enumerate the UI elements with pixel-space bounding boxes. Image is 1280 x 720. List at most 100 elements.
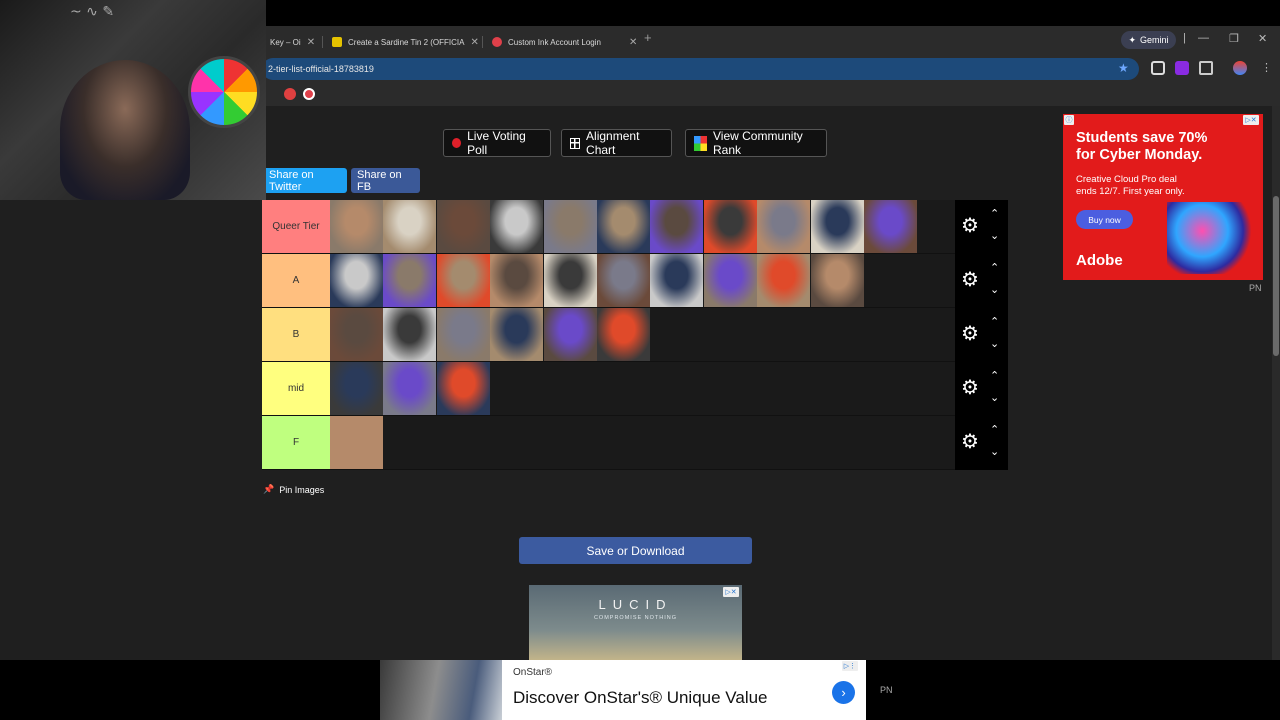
move-down-icon[interactable]: ⌄: [990, 391, 999, 404]
onstar-brand: OnStar®: [513, 667, 553, 678]
adchoices-icon[interactable]: ▷✕: [723, 587, 739, 597]
adchoices-icon[interactable]: ▷⋮: [842, 661, 858, 671]
minimize-icon[interactable]: —: [1198, 32, 1209, 44]
url-field[interactable]: 2-tier-list-official-18783819: [262, 58, 1139, 80]
colored-grid-icon: [694, 135, 707, 151]
tier-image[interactable]: [383, 362, 437, 415]
profile-avatar-icon[interactable]: [1233, 61, 1247, 75]
tier-label[interactable]: F: [262, 416, 330, 469]
tier-image[interactable]: [436, 200, 490, 253]
buy-now-button[interactable]: Buy now: [1076, 210, 1133, 229]
scrollbar-thumb[interactable]: [1273, 196, 1279, 356]
onstar-go-button[interactable]: ›: [832, 681, 855, 704]
tier-image[interactable]: [543, 200, 597, 253]
adobe-ad[interactable]: ⓘ ▷✕ Students save 70% for Cyber Monday.…: [1063, 114, 1263, 280]
gemini-button[interactable]: ✦ Gemini: [1121, 31, 1176, 49]
tier-image[interactable]: [597, 308, 650, 361]
move-down-icon[interactable]: ⌄: [990, 337, 999, 350]
close-icon[interactable]: ✕: [471, 37, 479, 48]
tier-image[interactable]: [597, 200, 650, 253]
tier-image[interactable]: [703, 200, 757, 253]
move-down-icon[interactable]: ⌄: [990, 283, 999, 296]
pin-images-toggle[interactable]: 📌 Pin Images: [263, 484, 324, 495]
window-close-icon[interactable]: ✕: [1258, 32, 1267, 45]
extension-icon[interactable]: [1151, 61, 1165, 75]
gear-icon[interactable]: ⚙: [961, 432, 979, 452]
pn-label: PN: [880, 685, 893, 695]
tier-image[interactable]: [330, 308, 383, 361]
tab-custom-ink[interactable]: Custom Ink Account Login ✕: [484, 31, 645, 53]
bookmark-tool-icon[interactable]: [284, 88, 296, 100]
close-icon[interactable]: ✕: [307, 37, 315, 48]
tier-label[interactable]: Queer Tier: [262, 200, 330, 253]
tier-image[interactable]: [703, 254, 757, 307]
tier-image[interactable]: [436, 362, 490, 415]
tab-sardine-tin[interactable]: Create a Sardine Tin 2 (OFFICIA ✕: [324, 31, 487, 53]
tier-image[interactable]: [330, 362, 383, 415]
move-up-icon[interactable]: ⌃: [990, 207, 999, 220]
tier-image[interactable]: [436, 254, 490, 307]
tier-controls: ⚙ ⌃ ⌄: [955, 200, 1008, 254]
ad-close-icon[interactable]: ▷✕: [1243, 115, 1259, 125]
pin-label: Pin Images: [279, 484, 325, 495]
close-icon[interactable]: ✕: [629, 37, 637, 48]
gear-icon[interactable]: ⚙: [961, 270, 979, 290]
wall-scribble: ~ ∿ ✎: [70, 4, 115, 20]
tier-image[interactable]: [543, 308, 597, 361]
tier-image[interactable]: [383, 308, 437, 361]
tier-image[interactable]: [650, 200, 704, 253]
gear-icon[interactable]: ⚙: [961, 324, 979, 344]
extension-purple-icon[interactable]: [1175, 61, 1189, 75]
share-twitter-button[interactable]: Share on Twitter: [263, 168, 347, 193]
tab-key[interactable]: Key – Oi ✕: [262, 31, 323, 53]
tab-label: Custom Ink Account Login: [508, 37, 601, 47]
tier-image[interactable]: [383, 200, 437, 253]
tier-image[interactable]: [597, 254, 650, 307]
tier-label[interactable]: B: [262, 308, 330, 361]
tier-image[interactable]: [330, 254, 383, 307]
new-tab-button[interactable]: +: [644, 30, 652, 45]
tier-image[interactable]: [490, 200, 544, 253]
onstar-ad[interactable]: OnStar® Discover OnStar's® Unique Value …: [380, 660, 866, 720]
lucid-logo: LUCID: [598, 597, 673, 612]
move-up-icon[interactable]: ⌃: [990, 261, 999, 274]
tier-image[interactable]: [490, 254, 544, 307]
tier-image[interactable]: [810, 200, 864, 253]
gear-icon[interactable]: ⚙: [961, 216, 979, 236]
restore-icon[interactable]: ❐: [1229, 32, 1239, 45]
puzzle-icon[interactable]: [1199, 61, 1213, 75]
tier-label[interactable]: A: [262, 254, 330, 307]
tier-label[interactable]: mid: [262, 362, 330, 415]
move-up-icon[interactable]: ⌃: [990, 369, 999, 382]
live-voting-poll-button[interactable]: Live Voting Poll: [443, 129, 551, 157]
gear-icon[interactable]: ⚙: [961, 378, 979, 398]
tier-image[interactable]: [490, 308, 544, 361]
share-fb-button[interactable]: Share on FB: [351, 168, 420, 193]
move-down-icon[interactable]: ⌄: [990, 229, 999, 242]
tier-image[interactable]: [330, 416, 383, 469]
tab-label: Create a Sardine Tin 2 (OFFICIA: [348, 37, 465, 47]
scrollbar[interactable]: [1272, 106, 1280, 660]
bookmark-star-icon[interactable]: ★: [1118, 61, 1129, 75]
lucid-ad[interactable]: LUCID COMPROMISE NOTHING ▷✕: [529, 585, 742, 660]
alignment-chart-button[interactable]: Alignment Chart: [561, 129, 672, 157]
bookmark-custom-ink-icon[interactable]: [303, 88, 315, 100]
tier-image[interactable]: [543, 254, 597, 307]
move-up-icon[interactable]: ⌃: [990, 315, 999, 328]
menu-dots-icon[interactable]: ⋮: [1261, 61, 1272, 74]
tier-row: Queer Tier ⚙ ⌃ ⌄: [262, 200, 1008, 254]
tier-image[interactable]: [810, 254, 864, 307]
adobe-logo: Adobe: [1076, 252, 1123, 269]
move-up-icon[interactable]: ⌃: [990, 423, 999, 436]
tier-image[interactable]: [330, 200, 383, 253]
view-community-rank-button[interactable]: View Community Rank: [685, 129, 827, 157]
save-download-button[interactable]: Save or Download: [519, 537, 752, 564]
tier-image[interactable]: [650, 254, 704, 307]
adchoices-icon[interactable]: ⓘ: [1064, 115, 1074, 125]
tier-image[interactable]: [383, 254, 437, 307]
tier-image[interactable]: [757, 200, 811, 253]
tier-image[interactable]: [436, 308, 490, 361]
move-down-icon[interactable]: ⌄: [990, 445, 999, 458]
tier-image[interactable]: [864, 200, 917, 253]
tier-image[interactable]: [757, 254, 811, 307]
